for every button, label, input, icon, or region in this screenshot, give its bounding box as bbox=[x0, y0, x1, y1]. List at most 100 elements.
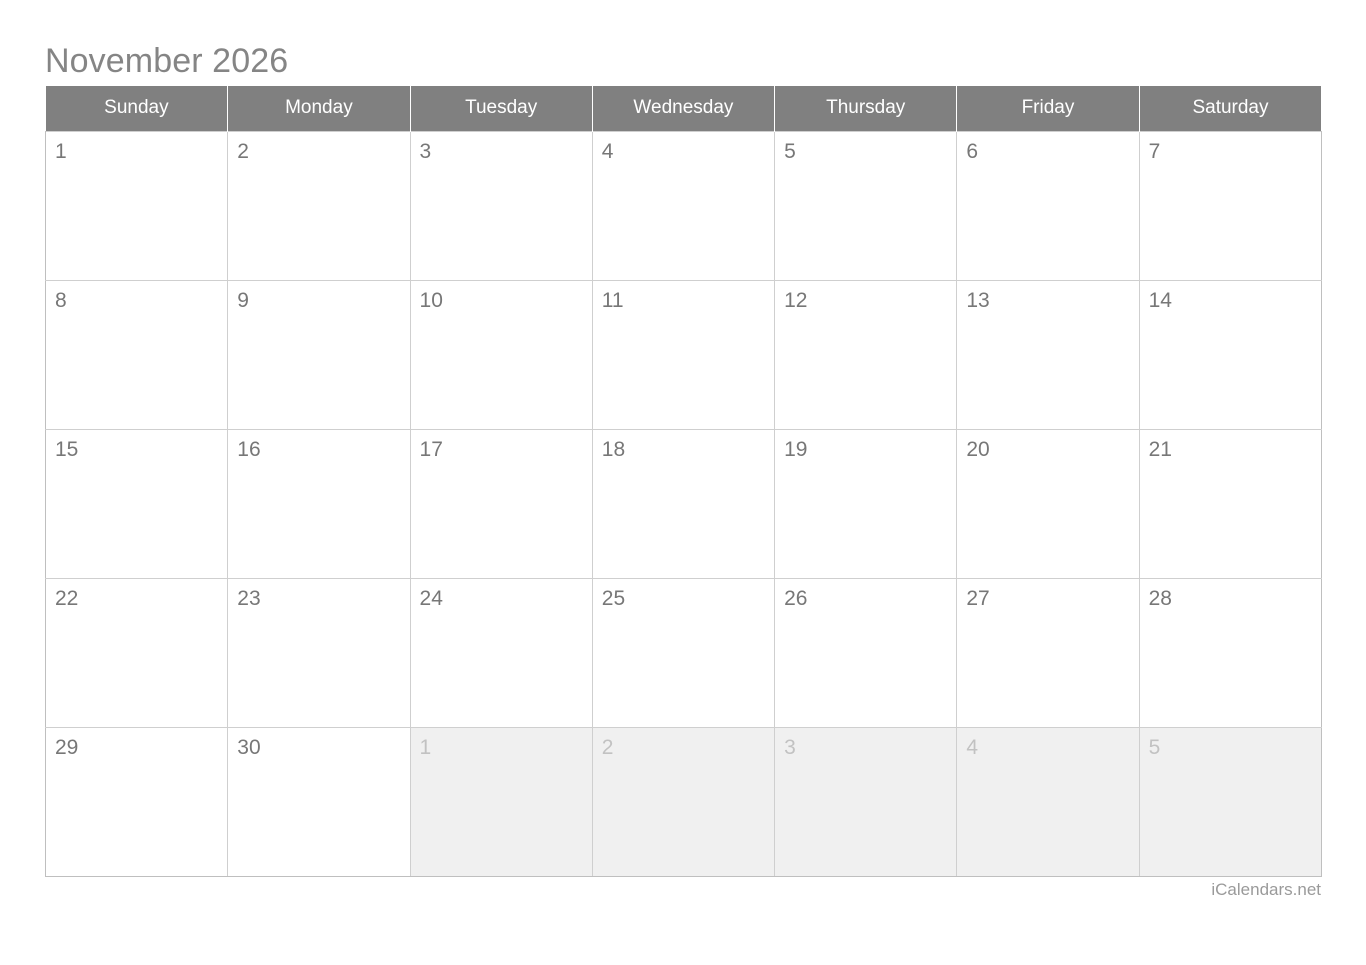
calendar-day-cell[interactable]: 30 bbox=[227, 726, 411, 877]
day-event-area[interactable] bbox=[775, 462, 956, 572]
calendar-day-cell[interactable]: 18 bbox=[591, 428, 776, 579]
calendar-week-row: 15 16 17 18 19 20 21 bbox=[44, 428, 1322, 579]
day-event-area[interactable] bbox=[46, 611, 227, 721]
calendar-day-cell[interactable]: 1 bbox=[44, 130, 229, 281]
weekday-header-thursday: Thursday bbox=[774, 86, 958, 131]
day-number: 2 bbox=[601, 735, 614, 759]
day-event-area[interactable] bbox=[775, 164, 956, 274]
day-event-area[interactable] bbox=[775, 313, 956, 423]
weekday-header-row: Sunday Monday Tuesday Wednesday Thursday… bbox=[45, 86, 1322, 131]
calendar-day-cell-other-month[interactable]: 4 bbox=[956, 726, 1140, 877]
day-event-area[interactable] bbox=[1140, 462, 1321, 572]
calendar-day-cell[interactable]: 14 bbox=[1138, 279, 1322, 430]
day-event-area[interactable] bbox=[593, 611, 774, 721]
calendar-day-cell[interactable]: 25 bbox=[591, 577, 776, 728]
day-event-area[interactable] bbox=[411, 313, 592, 423]
day-event-area[interactable] bbox=[411, 462, 592, 572]
day-number: 3 bbox=[419, 139, 432, 163]
calendar-day-cell[interactable]: 21 bbox=[1138, 428, 1322, 579]
day-event-area[interactable] bbox=[411, 611, 592, 721]
weekday-header-sunday: Sunday bbox=[45, 86, 229, 131]
day-event-area[interactable] bbox=[228, 164, 409, 274]
day-event-area[interactable] bbox=[775, 611, 956, 721]
day-number: 1 bbox=[419, 735, 432, 759]
calendar-day-cell[interactable]: 9 bbox=[227, 279, 411, 430]
day-event-area[interactable] bbox=[957, 313, 1138, 423]
calendar-day-cell[interactable]: 12 bbox=[774, 279, 958, 430]
calendar-day-cell[interactable]: 3 bbox=[409, 130, 593, 281]
day-number: 8 bbox=[55, 288, 67, 312]
calendar-day-cell[interactable]: 10 bbox=[409, 279, 593, 430]
calendar-day-cell[interactable]: 29 bbox=[44, 726, 229, 877]
weekday-header-saturday: Saturday bbox=[1139, 86, 1322, 131]
day-number: 23 bbox=[237, 586, 261, 610]
calendar-day-cell[interactable]: 2 bbox=[227, 130, 411, 281]
calendar-day-cell[interactable]: 28 bbox=[1138, 577, 1322, 728]
calendar-grid: Sunday Monday Tuesday Wednesday Thursday… bbox=[44, 86, 1322, 877]
day-number: 29 bbox=[55, 735, 79, 759]
calendar-day-cell[interactable]: 19 bbox=[774, 428, 958, 579]
day-event-area[interactable] bbox=[46, 313, 227, 423]
day-event-area[interactable] bbox=[1140, 164, 1321, 274]
day-event-area[interactable] bbox=[1140, 313, 1321, 423]
day-event-area[interactable] bbox=[957, 164, 1138, 274]
day-event-area[interactable] bbox=[411, 164, 592, 274]
calendar-day-cell-other-month[interactable]: 1 bbox=[409, 726, 593, 877]
day-event-area[interactable] bbox=[411, 760, 592, 870]
day-number: 11 bbox=[601, 288, 624, 312]
day-number: 21 bbox=[1148, 437, 1172, 461]
day-event-area[interactable] bbox=[593, 164, 774, 274]
calendar-day-cell-other-month[interactable]: 2 bbox=[591, 726, 776, 877]
calendar-day-cell[interactable]: 26 bbox=[774, 577, 958, 728]
day-event-area[interactable] bbox=[228, 462, 409, 572]
weekday-header-friday: Friday bbox=[956, 86, 1140, 131]
calendar-day-cell[interactable]: 24 bbox=[409, 577, 593, 728]
day-event-area[interactable] bbox=[228, 760, 409, 870]
calendar-day-cell-other-month[interactable]: 5 bbox=[1138, 726, 1322, 877]
calendar-day-cell[interactable]: 16 bbox=[227, 428, 411, 579]
calendar-day-cell-other-month[interactable]: 3 bbox=[774, 726, 958, 877]
day-number: 4 bbox=[601, 139, 614, 163]
day-event-area[interactable] bbox=[228, 313, 409, 423]
day-event-area[interactable] bbox=[775, 760, 956, 870]
day-number: 5 bbox=[784, 139, 796, 163]
calendar-day-cell[interactable]: 17 bbox=[409, 428, 593, 579]
calendar-day-cell[interactable]: 22 bbox=[44, 577, 229, 728]
day-event-area[interactable] bbox=[593, 462, 774, 572]
calendar-day-cell[interactable]: 8 bbox=[44, 279, 229, 430]
day-event-area[interactable] bbox=[957, 760, 1138, 870]
calendar-page: November 2026 Sunday Monday Tuesday Wedn… bbox=[0, 0, 1366, 965]
calendar-day-cell[interactable]: 4 bbox=[591, 130, 776, 281]
day-number: 4 bbox=[966, 735, 979, 759]
weekday-header-tuesday: Tuesday bbox=[410, 86, 593, 131]
day-event-area[interactable] bbox=[46, 164, 227, 274]
calendar-day-cell[interactable]: 7 bbox=[1138, 130, 1322, 281]
day-event-area[interactable] bbox=[957, 611, 1138, 721]
day-number: 15 bbox=[55, 437, 79, 461]
day-number: 7 bbox=[1148, 139, 1161, 163]
day-event-area[interactable] bbox=[593, 313, 774, 423]
page-title: November 2026 bbox=[45, 42, 289, 80]
calendar-day-cell[interactable]: 13 bbox=[956, 279, 1140, 430]
day-event-area[interactable] bbox=[46, 462, 227, 572]
day-event-area[interactable] bbox=[46, 760, 227, 870]
day-event-area[interactable] bbox=[228, 611, 409, 721]
calendar-day-cell[interactable]: 11 bbox=[591, 279, 776, 430]
day-number: 12 bbox=[784, 288, 808, 312]
day-event-area[interactable] bbox=[1140, 760, 1321, 870]
day-number: 20 bbox=[966, 437, 990, 461]
day-number: 19 bbox=[784, 437, 808, 461]
day-event-area[interactable] bbox=[957, 462, 1138, 572]
day-number: 2 bbox=[237, 139, 249, 163]
calendar-day-cell[interactable]: 6 bbox=[956, 130, 1140, 281]
calendar-day-cell[interactable]: 5 bbox=[774, 130, 958, 281]
day-number: 26 bbox=[784, 586, 808, 610]
calendar-week-row: 8 9 10 11 12 13 14 bbox=[44, 279, 1322, 430]
day-event-area[interactable] bbox=[1140, 611, 1321, 721]
day-event-area[interactable] bbox=[593, 760, 774, 870]
calendar-day-cell[interactable]: 15 bbox=[44, 428, 229, 579]
calendar-day-cell[interactable]: 27 bbox=[956, 577, 1140, 728]
calendar-day-cell[interactable]: 20 bbox=[956, 428, 1140, 579]
calendar-day-cell[interactable]: 23 bbox=[227, 577, 411, 728]
day-number: 3 bbox=[784, 735, 796, 759]
